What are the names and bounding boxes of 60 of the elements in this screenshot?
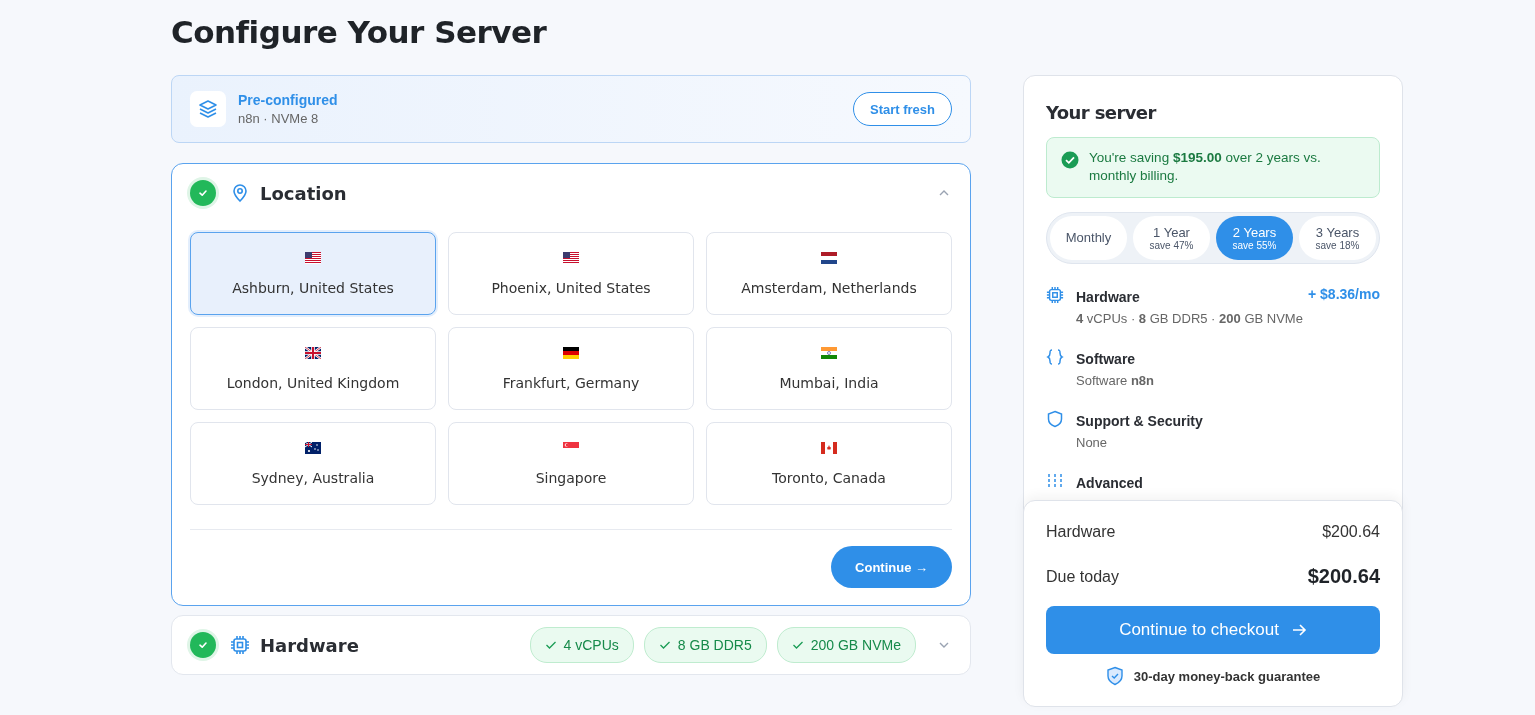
location-option[interactable]: Phoenix, United States	[448, 232, 694, 316]
check-circle-icon	[1061, 151, 1079, 170]
location-pin-icon	[230, 183, 250, 204]
summary-item-detail: Software n8n	[1076, 372, 1156, 388]
flag-icon	[821, 251, 837, 264]
check-icon	[791, 640, 804, 651]
spec-label: 8 GB DDR5	[677, 637, 752, 654]
location-option[interactable]: Ashburn, United States	[190, 232, 436, 316]
summary-item-detail: None	[1076, 434, 1109, 450]
shield-check-icon	[1105, 666, 1124, 687]
done-check-icon	[190, 180, 216, 207]
location-option[interactable]: Toronto, Canada	[706, 422, 952, 506]
flag-icon	[821, 441, 837, 454]
guarantee-text: 30-day money-back guarantee	[1133, 668, 1321, 684]
done-check-icon	[190, 632, 216, 659]
total-value: $200.64	[1322, 523, 1380, 542]
check-icon	[658, 640, 671, 651]
braces-icon	[1046, 347, 1064, 366]
chip-icon	[230, 635, 250, 656]
sliders-icon	[1046, 471, 1064, 490]
total-label: Hardware	[1046, 523, 1116, 542]
flag-icon	[305, 346, 321, 359]
arrow-right-icon	[1290, 623, 1307, 638]
summary-item-title: Software	[1076, 350, 1136, 367]
section-title[interactable]: Hardware	[260, 634, 359, 656]
summary-title: Your server	[1046, 102, 1158, 124]
total-value: $200.64	[1307, 565, 1380, 589]
location-option[interactable]: Sydney, Australia	[190, 422, 436, 506]
savings-text: You're saving $195.00 over 2 years vs. monthly billing.	[1089, 149, 1322, 186]
page-title: Configure Your Server	[171, 14, 548, 52]
billing-option[interactable]: 1 Year save 47%	[1133, 215, 1210, 260]
flag-icon	[821, 346, 837, 359]
billing-option[interactable]: Monthly	[1050, 215, 1127, 260]
summary-item-title: Hardware	[1076, 288, 1140, 305]
location-option[interactable]: Frankfurt, Germany	[448, 327, 694, 411]
flag-icon	[305, 251, 321, 264]
summary-item-title: Support & Security	[1076, 412, 1203, 429]
shield-icon	[1046, 409, 1064, 428]
location-option[interactable]: Amsterdam, Netherlands	[706, 232, 952, 316]
preconfigured-title: Pre-configured	[238, 92, 339, 109]
caret-icon[interactable]	[938, 641, 950, 650]
location-option[interactable]: Singapore	[448, 422, 694, 506]
check-icon	[544, 640, 557, 651]
chip-icon	[1046, 285, 1064, 304]
preconfigured-subtitle: n8n · NVMe 8	[238, 111, 320, 127]
section-title[interactable]: Location	[260, 182, 347, 204]
total-label: Due today	[1046, 567, 1119, 586]
spec-label: 200 GB NVMe	[810, 637, 901, 654]
location-option[interactable]: Mumbai, India	[706, 327, 952, 411]
location-option[interactable]: London, United Kingdom	[190, 327, 436, 411]
summary-item-title: Advanced	[1076, 474, 1143, 491]
spec-label: 4 vCPUs	[563, 637, 619, 654]
flag-icon	[563, 251, 579, 264]
flag-icon	[563, 346, 579, 359]
summary-item-detail: 4 vCPUs · 8 GB DDR5 · 200 GB NVMe	[1076, 310, 1304, 326]
caret-icon[interactable]	[938, 189, 950, 198]
flag-icon	[305, 441, 321, 454]
billing-option[interactable]: 3 Years save 18%	[1299, 215, 1376, 260]
item-price: + $8.36/mo	[1308, 285, 1380, 302]
layers-icon	[190, 91, 226, 128]
